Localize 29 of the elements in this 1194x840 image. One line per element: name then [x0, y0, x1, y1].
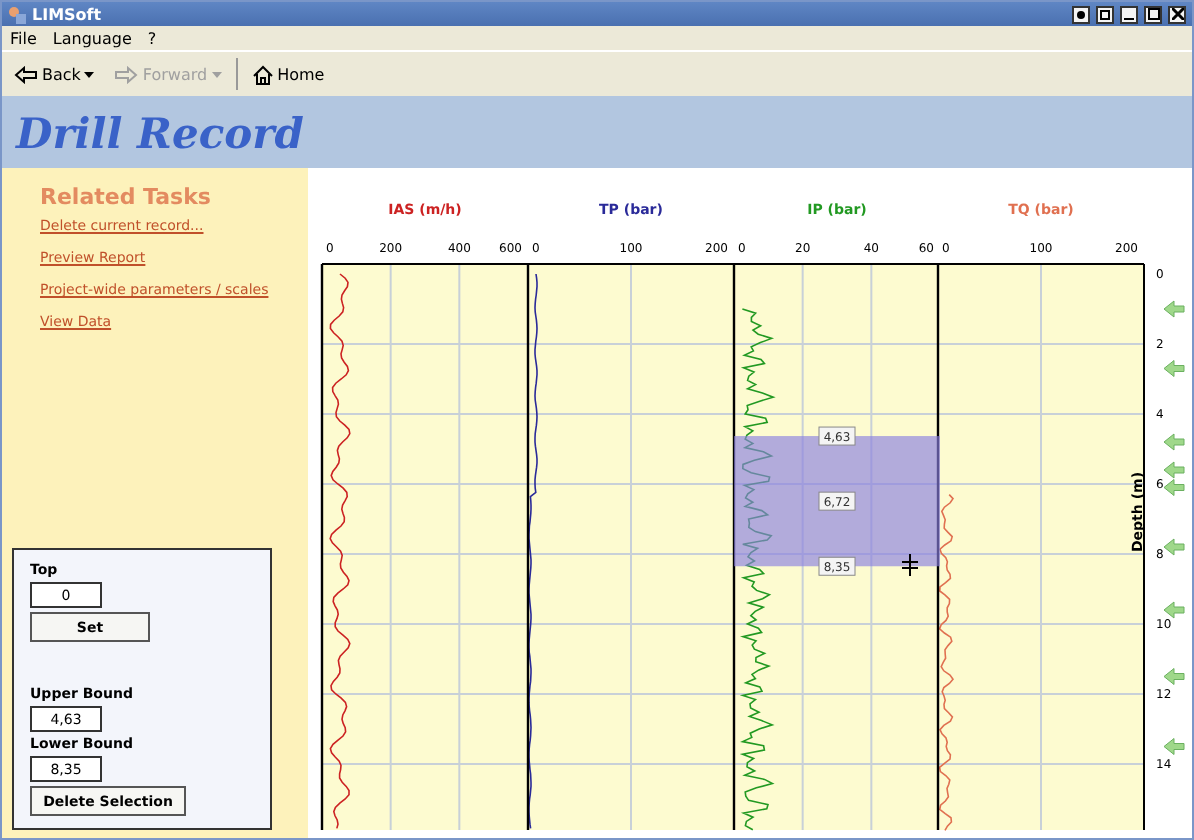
menu-item[interactable]: Language: [52, 29, 132, 47]
house-icon: [251, 63, 274, 85]
page-title: Drill Record: [16, 107, 304, 157]
tasks-heading: Related Tasks: [40, 184, 213, 210]
arrow-icon[interactable]: [1163, 300, 1185, 318]
resize-cursor-icon: [901, 553, 919, 577]
menu-item[interactable]: ?: [147, 29, 157, 47]
app-icon: [8, 5, 26, 23]
arrow-icon[interactable]: [1163, 738, 1185, 755]
forward-arrow-icon: [114, 65, 139, 83]
close-icon[interactable]: [1168, 5, 1186, 23]
help-icon[interactable]: [1072, 5, 1090, 23]
window-title: LIMSoft: [32, 5, 104, 23]
minimize-icon[interactable]: [1120, 5, 1138, 23]
arrow-icon[interactable]: [1163, 538, 1185, 556]
maximize-icon[interactable]: [1144, 5, 1162, 23]
arrow-icon[interactable]: [1163, 668, 1185, 685]
arrow-icon[interactable]: [1163, 433, 1185, 451]
back-arrow-icon: [14, 65, 38, 83]
dropdown-caret-icon: [211, 71, 222, 77]
arrow-icon[interactable]: [1163, 461, 1185, 479]
arrow-icon[interactable]: [1163, 479, 1185, 496]
arrow-icon[interactable]: [1163, 601, 1185, 619]
home-button[interactable]: Home: [245, 59, 331, 89]
back-button[interactable]: Back: [8, 61, 101, 87]
arrow-icon[interactable]: [1163, 360, 1185, 377]
dropdown-caret-icon: [84, 71, 95, 77]
menu-item[interactable]: File: [10, 29, 37, 47]
restore-icon[interactable]: [1096, 5, 1114, 23]
